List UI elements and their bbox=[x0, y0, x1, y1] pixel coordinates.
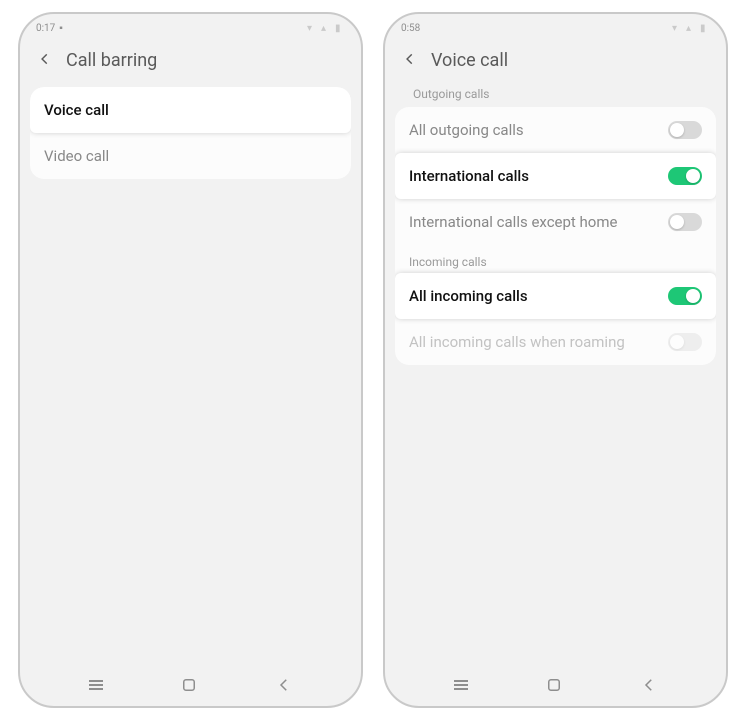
toggle[interactable] bbox=[668, 213, 702, 231]
status-bar: 0:58 ▾▴▮ bbox=[385, 14, 726, 38]
row-international-except-home[interactable]: International calls except home bbox=[395, 199, 716, 245]
row-incoming-roaming: All incoming calls when roaming bbox=[395, 319, 716, 365]
item-label: Video call bbox=[44, 147, 109, 165]
status-icons: ▾▴▮ bbox=[672, 23, 710, 33]
toggle bbox=[668, 333, 702, 351]
nav-home-icon[interactable] bbox=[545, 676, 563, 694]
nav-bar bbox=[385, 664, 726, 706]
back-icon[interactable] bbox=[403, 51, 417, 70]
item-label: All outgoing calls bbox=[409, 121, 524, 139]
status-bar: 0:17 ▪ ▾▴▮ bbox=[20, 14, 361, 38]
phone-right: 0:58 ▾▴▮ Voice call Outgoing calls All o… bbox=[383, 12, 728, 708]
item-label: Voice call bbox=[44, 101, 109, 119]
item-label: International calls bbox=[409, 167, 529, 185]
status-time: 0:17 bbox=[36, 23, 55, 34]
item-label: All incoming calls bbox=[409, 287, 528, 305]
notification-icon: ▪ bbox=[59, 23, 63, 34]
toggle[interactable] bbox=[668, 121, 702, 139]
list-card: Voice call Video call bbox=[30, 87, 351, 179]
list-item-video-call[interactable]: Video call bbox=[30, 133, 351, 179]
nav-back-icon[interactable] bbox=[275, 676, 293, 694]
phone-left: 0:17 ▪ ▾▴▮ Call barring Voice call Video… bbox=[18, 12, 363, 708]
item-label: All incoming calls when roaming bbox=[409, 333, 625, 351]
nav-recent-icon[interactable] bbox=[454, 680, 468, 690]
row-all-outgoing[interactable]: All outgoing calls bbox=[395, 107, 716, 153]
toggle[interactable] bbox=[668, 287, 702, 305]
section-incoming: Incoming calls bbox=[395, 245, 716, 273]
section-outgoing: Outgoing calls bbox=[399, 87, 716, 107]
nav-home-icon[interactable] bbox=[180, 676, 198, 694]
status-icons: ▾▴▮ bbox=[307, 23, 345, 33]
outgoing-card: All outgoing calls International calls I… bbox=[395, 107, 716, 365]
nav-back-icon[interactable] bbox=[640, 676, 658, 694]
page-title: Voice call bbox=[431, 50, 508, 71]
nav-bar bbox=[20, 664, 361, 706]
page-title: Call barring bbox=[66, 50, 157, 71]
header: Voice call bbox=[385, 38, 726, 87]
row-international[interactable]: International calls bbox=[395, 153, 716, 199]
item-label: International calls except home bbox=[409, 213, 617, 231]
status-time: 0:58 bbox=[401, 23, 420, 34]
header: Call barring bbox=[20, 38, 361, 87]
back-icon[interactable] bbox=[38, 51, 52, 70]
toggle[interactable] bbox=[668, 167, 702, 185]
row-all-incoming[interactable]: All incoming calls bbox=[395, 273, 716, 319]
list-item-voice-call[interactable]: Voice call bbox=[30, 87, 351, 133]
nav-recent-icon[interactable] bbox=[89, 680, 103, 690]
